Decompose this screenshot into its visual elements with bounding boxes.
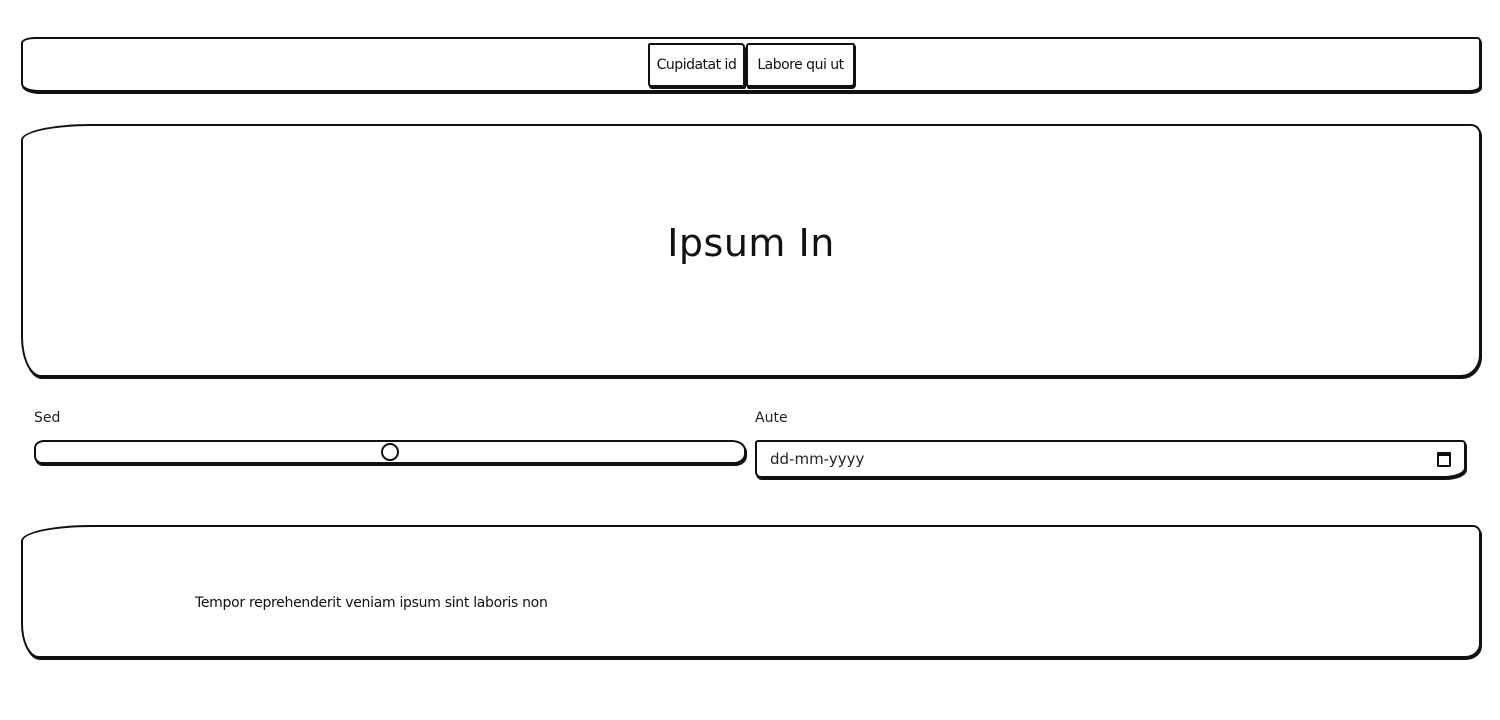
range-slider[interactable] — [34, 440, 746, 464]
hero-panel: Ipsum In — [21, 124, 1481, 377]
date-input[interactable]: dd-mm-yyyy — [755, 440, 1466, 478]
top-nav-bar: Cupidatat id Labore qui ut — [21, 37, 1481, 92]
hero-title: Ipsum In — [667, 221, 835, 265]
date-label: Aute — [755, 410, 788, 426]
calendar-icon[interactable] — [1437, 452, 1451, 467]
slider-label: Sed — [34, 410, 61, 426]
footer-text: Tempor reprehenderit veniam ipsum sint l… — [195, 595, 548, 611]
nav-button-cupidatat-id[interactable]: Cupidatat id — [648, 43, 745, 87]
slider-thumb[interactable] — [381, 443, 399, 461]
date-placeholder: dd-mm-yyyy — [770, 450, 865, 468]
nav-button-labore-qui-ut[interactable]: Labore qui ut — [746, 43, 855, 87]
footer-panel: Tempor reprehenderit veniam ipsum sint l… — [21, 525, 1481, 658]
